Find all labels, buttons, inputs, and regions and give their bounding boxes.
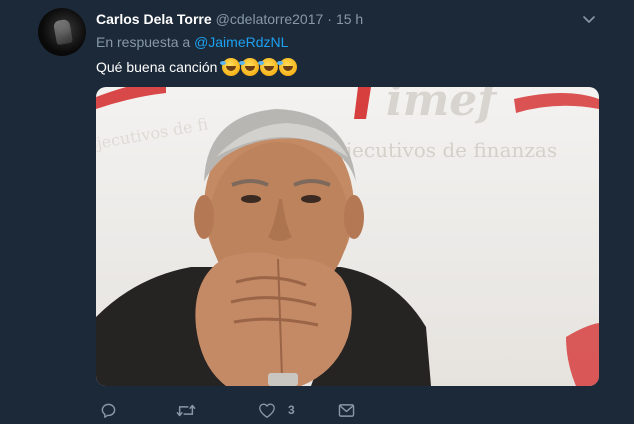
header-separator: · xyxy=(327,11,332,27)
author-handle[interactable]: @cdelatorre2017 xyxy=(216,11,324,27)
banner-side-text: ejecutivos de fi xyxy=(96,114,210,154)
envelope-icon xyxy=(338,403,355,418)
like-count: 3 xyxy=(288,403,295,417)
chevron-down-icon[interactable] xyxy=(581,11,597,27)
reply-prefix: En respuesta a xyxy=(96,34,191,50)
tears-of-joy-emoji-icon xyxy=(277,58,298,76)
avatar-figure xyxy=(53,18,73,46)
avatar[interactable] xyxy=(38,8,86,56)
retweet-icon xyxy=(176,402,196,419)
direct-message-button[interactable] xyxy=(338,400,355,420)
reply-button[interactable] xyxy=(100,400,117,420)
reply-icon xyxy=(100,402,117,419)
banner-subtext: ejecutivos de finanzas xyxy=(334,138,557,162)
tweet: Carlos Dela Torre @cdelatorre2017 · 15 h… xyxy=(0,0,634,424)
heart-icon xyxy=(258,402,276,419)
author-name[interactable]: Carlos Dela Torre xyxy=(96,11,212,27)
reply-mention-link[interactable]: @JaimeRdzNL xyxy=(194,34,288,50)
tweet-text-content: Qué buena canción xyxy=(96,59,218,75)
tweet-header: Carlos Dela Torre @cdelatorre2017 · 15 h xyxy=(96,10,363,28)
tweet-actions: 3 xyxy=(96,400,396,420)
tears-of-joy-emoji-icon xyxy=(258,58,279,76)
retweet-button[interactable] xyxy=(176,400,196,420)
banner-logo-text: imef xyxy=(386,87,503,126)
tweet-text: Qué buena canción xyxy=(96,58,298,76)
like-button[interactable]: 3 xyxy=(258,400,295,420)
reply-context: En respuesta a @JaimeRdzNL xyxy=(96,34,288,50)
emoji-group xyxy=(220,58,298,76)
tears-of-joy-emoji-icon xyxy=(239,58,260,76)
timestamp[interactable]: 15 h xyxy=(336,11,363,27)
tears-of-joy-emoji-icon xyxy=(220,58,241,76)
tweet-media-photo[interactable]: imef ejecutivos de finanzas ejecutivos d… xyxy=(96,87,599,386)
